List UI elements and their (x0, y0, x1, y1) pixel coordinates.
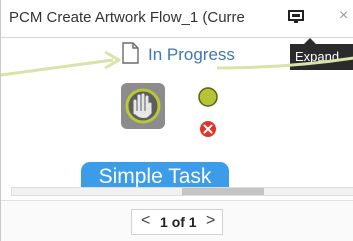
close-icon[interactable]: × (339, 8, 348, 24)
outgoing-connector (216, 56, 353, 70)
flow-panel: PCM Create Artwork Flow_1 (Curre × Expan… (0, 0, 353, 241)
scrollbar-thumb[interactable] (182, 188, 264, 195)
current-page: 1 (160, 214, 168, 230)
horizontal-scrollbar[interactable] (11, 187, 353, 196)
of-label: of (171, 214, 185, 230)
pager: < 1 of 1 > (131, 209, 223, 235)
incoming-connector (1, 58, 114, 77)
total-pages: 1 (188, 214, 197, 230)
chevron-right-icon[interactable]: > (206, 213, 215, 229)
page-count: 1 of 1 (160, 214, 197, 230)
panel-title: PCM Create Artwork Flow_1 (Curre (9, 9, 245, 26)
red-x-handle[interactable] (199, 120, 217, 143)
panel-titlebar: PCM Create Artwork Flow_1 (Curre × (1, 0, 353, 38)
hand-stop-icon[interactable] (120, 82, 166, 135)
expand-icon[interactable] (288, 10, 304, 24)
pager-footer: < 1 of 1 > (1, 200, 353, 241)
green-handle[interactable] (197, 86, 219, 113)
chevron-left-icon[interactable]: < (141, 213, 150, 229)
